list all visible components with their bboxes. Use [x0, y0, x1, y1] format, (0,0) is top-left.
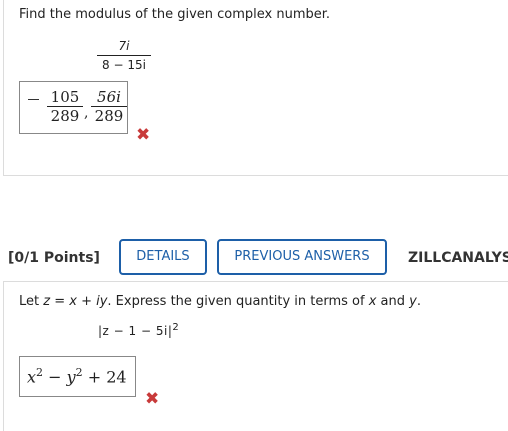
- course-code: ZILLCANALYS: [408, 250, 508, 266]
- variable-expression: x + iy: [69, 294, 108, 309]
- expression-body: |z − 1 − 5i|: [98, 324, 173, 338]
- answer-separator: ,: [84, 105, 89, 121]
- incorrect-x-icon: ✖: [136, 125, 151, 145]
- prompt-text: .: [416, 294, 421, 309]
- answer-var-x: x: [27, 367, 37, 387]
- prompt-text: . Express the given quantity in terms of: [107, 294, 369, 309]
- answer-fraction-2: 56i 289: [91, 88, 127, 125]
- points-label: [0/1 Points]: [8, 250, 100, 266]
- answer-denominator-2: 289: [94, 107, 124, 125]
- answer-constant: + 24: [82, 367, 127, 387]
- details-button[interactable]: DETAILS: [119, 239, 207, 275]
- answer-exp-y: 2: [75, 366, 83, 379]
- answer-fraction-1: 105 289: [47, 88, 83, 125]
- answer-minus: −: [43, 367, 67, 387]
- minus-sign: [28, 99, 39, 100]
- answer-numerator-2: 56i: [97, 88, 121, 106]
- fraction-bar: [97, 55, 151, 56]
- fraction-denominator: 8 − 15i: [102, 58, 146, 72]
- complex-number-fraction: 7i 8 − 15i: [97, 38, 151, 73]
- answer-expression: x2 − y2 + 24: [27, 366, 127, 386]
- incorrect-x-icon: ✖: [145, 389, 160, 409]
- expression-power: 2: [172, 322, 180, 333]
- answer-numerator-1: 105: [50, 88, 80, 106]
- prompt-text: and: [376, 294, 410, 309]
- prompt-text: =: [50, 294, 70, 309]
- question-prompt: Find the modulus of the given complex nu…: [19, 7, 331, 22]
- answer-box[interactable]: 105 289 , 56i 289: [19, 81, 128, 134]
- answer-box[interactable]: x2 − y2 + 24: [19, 356, 136, 397]
- prompt-text: Let: [19, 294, 44, 309]
- quantity-expression: |z − 1 − 5i|2: [98, 322, 179, 338]
- answer-exp-x: 2: [36, 366, 44, 379]
- previous-answers-button[interactable]: PREVIOUS ANSWERS: [217, 239, 387, 275]
- question-header: [0/1 Points] DETAILS PREVIOUS ANSWERS ZI…: [0, 237, 508, 281]
- answer-var-y: y: [66, 367, 76, 387]
- variable-y: y: [409, 294, 417, 309]
- fraction-numerator: 7i: [118, 39, 130, 53]
- question-prompt: Let z = x + iy. Express the given quanti…: [19, 294, 421, 309]
- answer-denominator-1: 289: [50, 107, 80, 125]
